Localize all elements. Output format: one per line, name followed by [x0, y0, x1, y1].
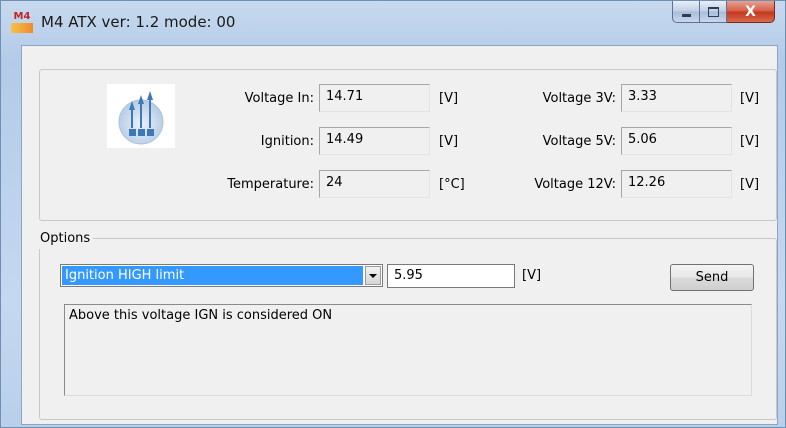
voltage-5v-value: 5.06 [621, 127, 732, 155]
limit-unit-label: [V] [522, 268, 542, 283]
meter-bars-logo-icon [107, 84, 175, 148]
temperature-value: 24 [319, 170, 430, 198]
voltage-12v-unit: [V] [740, 177, 760, 192]
close-button[interactable]: X [727, 1, 775, 23]
option-select[interactable]: Ignition HIGH limit [60, 264, 383, 287]
maximize-icon [707, 6, 719, 17]
app-icon: M4 [11, 12, 33, 34]
voltage-in-unit: [V] [439, 91, 459, 106]
voltage-12v-value: 12.26 [621, 170, 732, 198]
minimize-button[interactable] [672, 1, 700, 23]
temperature-unit: [°C] [439, 177, 465, 192]
readings-group: Voltage In: 14.71 [V] Ignition: 14.49 [V… [39, 69, 777, 221]
voltage-in-value: 14.71 [319, 84, 430, 112]
limit-value-input[interactable]: 5.95 [387, 264, 515, 288]
options-legend: Options [37, 229, 94, 249]
client-area: Voltage In: 14.71 [V] Ignition: 14.49 [V… [21, 45, 778, 425]
voltage-3v-value: 3.33 [621, 84, 732, 112]
voltage-5v-unit: [V] [740, 134, 760, 149]
ignition-unit: [V] [439, 134, 459, 149]
description-box: Above this voltage IGN is considered ON [64, 304, 752, 396]
voltage-12v-label: Voltage 12V: [534, 177, 616, 192]
caption-buttons: X [672, 1, 775, 25]
chevron-down-icon [369, 273, 377, 278]
close-icon: X [745, 3, 756, 20]
ignition-label: Ignition: [260, 134, 314, 149]
app-icon-stripe [11, 23, 33, 33]
maximize-button[interactable] [700, 1, 727, 23]
minimize-icon [681, 14, 691, 17]
voltage-in-label: Voltage In: [244, 91, 314, 106]
voltage-3v-label: Voltage 3V: [542, 91, 616, 106]
ignition-value: 14.49 [319, 127, 430, 155]
voltage-5v-label: Voltage 5V: [542, 134, 616, 149]
dropdown-arrow-button[interactable] [365, 266, 381, 285]
temperature-label: Temperature: [227, 177, 314, 192]
option-select-value: Ignition HIGH limit [62, 266, 363, 285]
voltage-3v-unit: [V] [740, 91, 760, 106]
send-button[interactable]: Send [670, 264, 754, 291]
app-icon-text: M4 [13, 11, 31, 22]
app-window: M4 M4 ATX ver: 1.2 mode: 00 X Voltage In… [0, 0, 786, 428]
window-title: M4 ATX ver: 1.2 mode: 00 [41, 13, 236, 31]
title-bar[interactable]: M4 M4 ATX ver: 1.2 mode: 00 X [1, 1, 785, 45]
